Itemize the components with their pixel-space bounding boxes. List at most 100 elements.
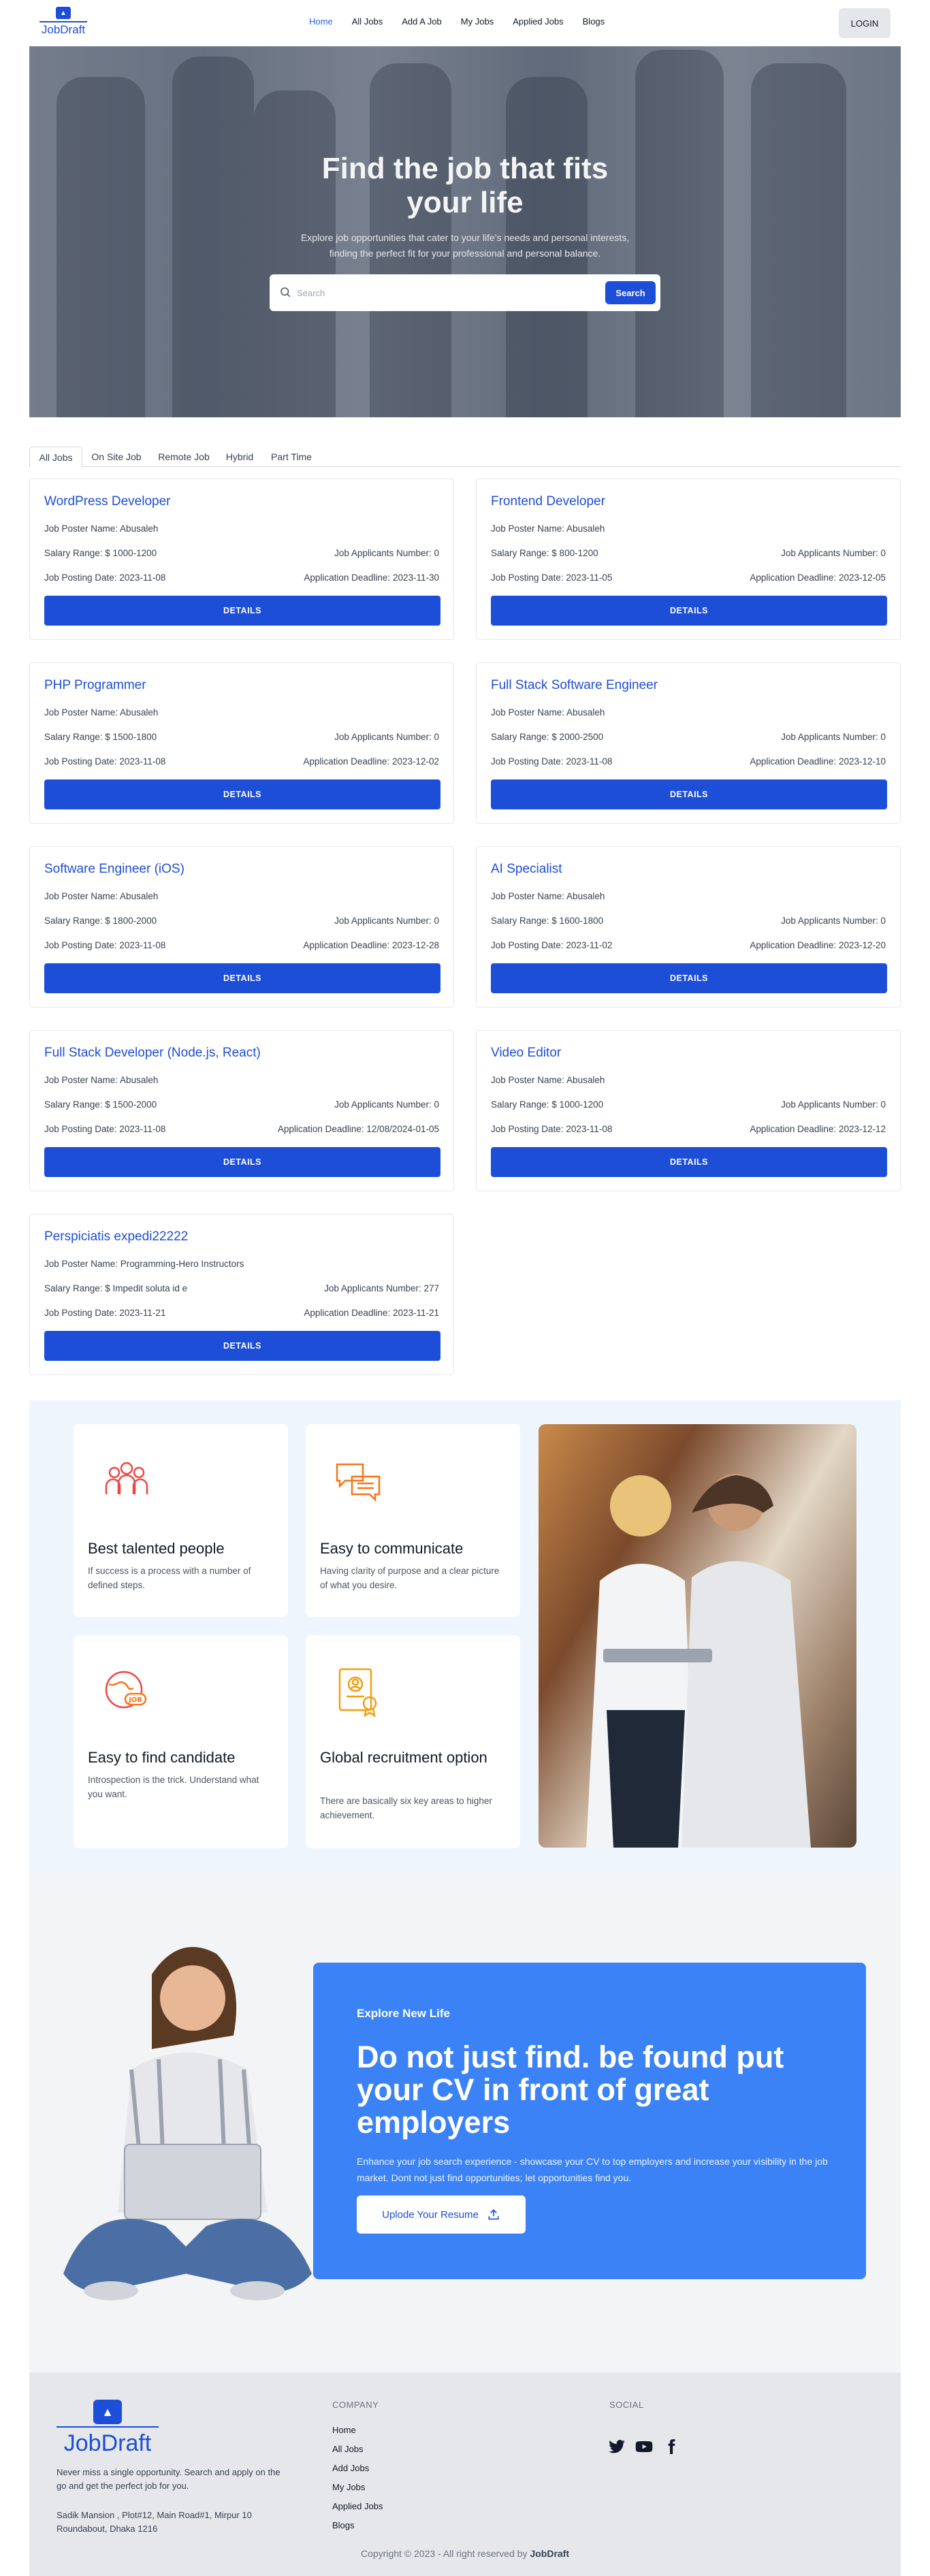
brand-logo[interactable]: ▲ JobDraft [39, 7, 87, 41]
footer-link-my-jobs[interactable]: My Jobs [332, 2482, 365, 2492]
details-button[interactable]: DETAILS [44, 1331, 440, 1361]
footer-about-text: Never miss a single opportunity. Search … [57, 2467, 280, 2491]
upload-resume-button[interactable]: Uplode Your Resume [357, 2195, 526, 2234]
job-title[interactable]: Full Stack Software Engineer [491, 678, 658, 693]
job-title[interactable]: WordPress Developer [44, 494, 171, 509]
nav-link-home[interactable]: Home [300, 16, 342, 27]
job-applicants-number: Job Applicants Number: 0 [781, 548, 886, 558]
job-posting-date: Job Posting Date: 2023-11-08 [44, 1124, 166, 1134]
hero-banner: Find the job that fits your life Explore… [29, 46, 901, 417]
feature-title: Best talented people [88, 1540, 225, 1557]
details-button[interactable]: DETAILS [44, 779, 440, 809]
logo-mark-icon: ▲ [93, 2400, 122, 2424]
job-applicants-number: Job Applicants Number: 277 [324, 1283, 439, 1293]
job-salary-row: Salary Range: $ 1500-1800 Job Applicants … [44, 732, 439, 742]
team-photo-illustration [586, 1474, 811, 1848]
details-button[interactable]: DETAILS [491, 596, 887, 626]
globe-job-icon: JOB [105, 1671, 147, 1709]
feature-card: Best talented people If success is a pro… [74, 1424, 288, 1617]
job-title[interactable]: Frontend Developer [491, 494, 605, 509]
job-applicants-number: Job Applicants Number: 0 [334, 916, 439, 926]
job-application-deadline: Application Deadline: 2023-12-12 [750, 1124, 886, 1134]
search-button[interactable]: Search [605, 281, 656, 304]
job-card: PHP Programmer Job Poster Name: Abusaleh… [29, 662, 454, 824]
tab-all-jobs[interactable]: All Jobs [29, 447, 82, 468]
search-input[interactable] [297, 284, 583, 302]
job-title[interactable]: AI Specialist [491, 862, 562, 877]
chat-icon [336, 1463, 381, 1502]
job-salary-range: Salary Range: $ 1000-1200 [44, 548, 157, 558]
job-salary-range: Salary Range: $ 2000-2500 [491, 732, 604, 742]
details-button[interactable]: DETAILS [491, 1147, 887, 1177]
details-button[interactable]: DETAILS [44, 963, 440, 993]
logo-underline [39, 21, 87, 22]
footer-link-blogs[interactable]: Blogs [332, 2520, 355, 2530]
twitter-icon[interactable] [608, 2438, 626, 2456]
job-poster-name: Job Poster Name: Abusaleh [491, 891, 605, 901]
job-salary-row: Salary Range: $ Impedit soluta id e Job A… [44, 1283, 439, 1293]
logo-underline [57, 2426, 159, 2428]
team-photo [539, 1424, 856, 1848]
job-title[interactable]: Software Engineer (iOS) [44, 862, 185, 877]
job-poster-row: Job Poster Name: Abusaleh [491, 707, 886, 718]
details-button[interactable]: DETAILS [491, 963, 887, 993]
copyright-text: Copyright © 2023 - All right reserved by… [29, 2548, 901, 2559]
login-button[interactable]: LOGIN [839, 8, 891, 38]
tab-part-time[interactable]: Part Time [261, 447, 321, 467]
tab-remote-job[interactable]: Remote Job [150, 447, 218, 467]
footer-brand-logo[interactable]: ▲ JobDraft [57, 2400, 159, 2457]
job-card: Frontend Developer Job Poster Name: Abus… [476, 479, 901, 640]
job-card: WordPress Developer Job Poster Name: Abu… [29, 479, 454, 640]
job-application-deadline: Application Deadline: 2023-12-10 [750, 756, 886, 767]
job-poster-row: Job Poster Name: Abusaleh [491, 1075, 886, 1085]
job-title[interactable]: PHP Programmer [44, 678, 146, 693]
feature-description: Introspection is the trick. Understand w… [88, 1775, 259, 1799]
tab-on-site-job[interactable]: On Site Job [84, 447, 149, 467]
nav-link-all-jobs[interactable]: All Jobs [342, 16, 393, 27]
job-poster-row: Job Poster Name: Abusaleh [491, 524, 886, 534]
site-footer: ▲ JobDraft Never miss a single opportuni… [29, 2372, 901, 2576]
feature-title: Easy to communicate [320, 1540, 464, 1557]
job-dates-row: Job Posting Date: 2023-11-02 Application … [491, 940, 886, 950]
job-applicants-number: Job Applicants Number: 0 [334, 732, 439, 742]
nav-link-my-jobs[interactable]: My Jobs [451, 16, 503, 27]
hero-title-line-2: your life [406, 186, 524, 219]
job-applicants-number: Job Applicants Number: 0 [334, 548, 439, 558]
hero-subtitle-line-1: Explore job opportunities that cater to … [300, 232, 630, 243]
resume-cta-card: Explore New Life Do not just find. be fo… [313, 1963, 866, 2279]
woman-with-laptop-illustration [63, 1947, 312, 2300]
job-salary-row: Salary Range: $ 800-1200 Job Applicants N… [491, 548, 886, 558]
job-applicants-number: Job Applicants Number: 0 [781, 916, 886, 926]
hero-subtitle: Explore job opportunities that cater to … [29, 230, 901, 261]
facebook-icon[interactable] [662, 2438, 680, 2456]
resume-badge-icon [338, 1668, 377, 1718]
job-title[interactable]: Full Stack Developer (Node.js, React) [44, 1046, 261, 1061]
nav-link-blogs[interactable]: Blogs [573, 16, 615, 27]
footer-link-add-jobs[interactable]: Add Jobs [332, 2463, 369, 2473]
nav-link-add-a-job[interactable]: Add A Job [392, 16, 451, 27]
job-dates-row: Job Posting Date: 2023-11-08 Application … [44, 756, 439, 767]
details-button[interactable]: DETAILS [491, 779, 887, 809]
job-salary-row: Salary Range: $ 1000-1200 Job Applicants … [44, 548, 439, 558]
footer-link-home[interactable]: Home [332, 2425, 356, 2435]
job-posting-date: Job Posting Date: 2023-11-08 [44, 573, 166, 583]
tab-hybrid[interactable]: Hybrid [218, 447, 261, 467]
footer-link-all-jobs[interactable]: All Jobs [332, 2444, 364, 2454]
footer-link-applied-jobs[interactable]: Applied Jobs [332, 2501, 383, 2511]
job-dates-row: Job Posting Date: 2023-11-21 Application … [44, 1308, 439, 1318]
feature-title: Easy to find candidate [88, 1749, 236, 1766]
youtube-icon[interactable] [635, 2438, 653, 2456]
job-card: AI Specialist Job Poster Name: Abusaleh … [476, 846, 901, 1008]
resume-cta-section: Explore New Life Do not just find. be fo… [29, 1872, 901, 2372]
nav-link-applied-jobs[interactable]: Applied Jobs [503, 16, 573, 27]
details-button[interactable]: DETAILS [44, 596, 440, 626]
hero-title: Find the job that fits your life [29, 152, 901, 220]
job-poster-name: Job Poster Name: Abusaleh [491, 1075, 605, 1085]
job-title[interactable]: Perspiciatis expedi22222 [44, 1229, 188, 1244]
job-title[interactable]: Video Editor [491, 1046, 561, 1061]
job-salary-range: Salary Range: $ 800-1200 [491, 548, 598, 558]
details-button[interactable]: DETAILS [44, 1147, 440, 1177]
job-poster-row: Job Poster Name: Abusaleh [44, 1075, 439, 1085]
job-salary-row: Salary Range: $ 1500-2000 Job Applicants … [44, 1099, 439, 1110]
job-application-deadline: Application Deadline: 2023-12-28 [303, 940, 439, 950]
